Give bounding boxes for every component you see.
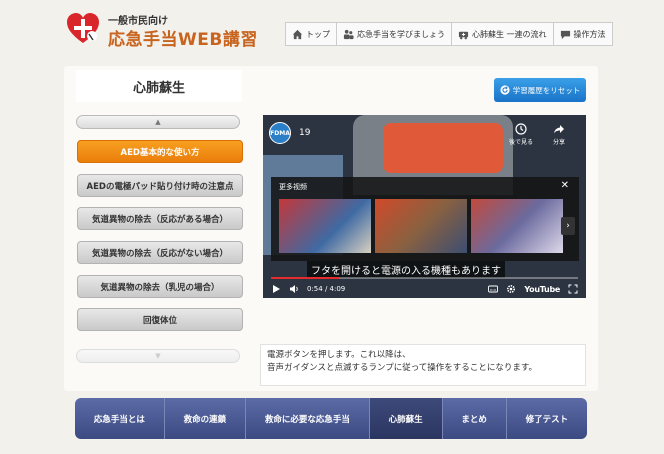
more-videos-title: 更多视频 (279, 183, 307, 191)
sidebar-item-aed-pad-notes[interactable]: AEDの電極パッド貼り付け時の注意点 (77, 174, 243, 197)
top-nav-learn[interactable]: 応急手当を学びましょう (337, 23, 452, 45)
top-nav-cpr-flow-label: 心肺蘇生 一連の流れ (472, 29, 547, 39)
people-icon (343, 29, 354, 39)
bottom-nav-cpr[interactable]: 心肺蘇生 (369, 398, 443, 439)
chevron-right-icon[interactable]: › (561, 217, 575, 235)
site-logo[interactable]: 一般市民向け 応急手当WEB講習 (66, 10, 266, 54)
bottom-nav-final-test[interactable]: 修了テスト (507, 398, 587, 439)
top-nav-cpr-flow[interactable]: 心肺蘇生 一連の流れ (452, 23, 554, 45)
watch-later-label: 後で見る (509, 139, 534, 146)
clock-icon (515, 123, 527, 135)
video-controls: 0:54 / 4:09 YouTube (263, 277, 586, 298)
top-nav-howto-label: 操作方法 (573, 29, 606, 39)
sidebar-scroll-up-button[interactable]: ▲ (76, 115, 240, 129)
video-progress-fill (271, 277, 339, 279)
volume-icon[interactable] (289, 284, 299, 294)
related-video-thumbnail[interactable] (471, 199, 563, 253)
top-nav-home[interactable]: トップ (286, 23, 337, 45)
bottom-nav-required-first-aid[interactable]: 救命に必要な応急手当 (246, 398, 370, 439)
chevron-down-icon: ▼ (155, 352, 161, 360)
watch-later-button[interactable]: 後で見る (509, 123, 533, 146)
top-nav-home-label: トップ (306, 29, 330, 39)
sidebar-title: 心肺蘇生 (76, 70, 242, 102)
close-icon[interactable]: ✕ (561, 180, 569, 191)
video-player[interactable]: FDMA 19 後で見る 分享 更多视频 ✕ › フタを開けると電源の入る機種も… (263, 115, 586, 298)
site-title: 応急手当WEB講習 (108, 30, 258, 50)
header: 一般市民向け 応急手当WEB講習 トップ 応急手当を学びましょう 心肺蘇生 一連… (0, 0, 664, 62)
share-icon (554, 125, 564, 134)
heart-logo-icon (67, 13, 99, 43)
top-nav: トップ 応急手当を学びましょう 心肺蘇生 一連の流れ 操作方法 (285, 22, 613, 46)
bottom-nav-summary[interactable]: まとめ (443, 398, 507, 439)
top-nav-learn-label: 応急手当を学びましょう (357, 29, 445, 39)
home-icon (292, 29, 303, 39)
sidebar-item-airway-unresponsive[interactable]: 気道異物の除去（反応がない場合） (77, 241, 243, 264)
bottom-nav: 応急手当とは 救命の連鎖 救命に必要な応急手当 心肺蘇生 まとめ 修了テスト (75, 398, 587, 439)
bottom-nav-chain-of-survival[interactable]: 救命の連鎖 (165, 398, 246, 439)
sidebar-item-airway-infant[interactable]: 気道異物の除去（乳児の場合） (77, 275, 243, 298)
sidebar-item-aed-basics[interactable]: AED基本的な使い方 (77, 140, 243, 163)
reset-history-button[interactable]: 学習履歴をリセット (494, 78, 586, 102)
video-time: 0:54 / 4:09 (307, 285, 346, 293)
gear-icon[interactable] (506, 284, 516, 294)
top-nav-howto[interactable]: 操作方法 (554, 23, 612, 45)
play-icon[interactable] (271, 284, 281, 294)
caption-line-1: 電源ボタンを押します。これ以降は、 (267, 350, 411, 360)
video-title[interactable]: 19 (299, 128, 310, 138)
channel-avatar[interactable]: FDMA (269, 122, 291, 144)
share-button[interactable]: 分享 (553, 123, 565, 146)
chat-icon (560, 30, 570, 39)
reset-history-label: 学習履歴をリセット (512, 85, 581, 95)
sidebar-item-recovery-position[interactable]: 回復体位 (77, 308, 243, 331)
caption-line-2: 音声ガイダンスと点滅するランプに従って操作をすることになります。 (267, 363, 537, 373)
video-progress-bar[interactable] (271, 277, 578, 279)
video-caption-text: 電源ボタンを押します。これ以降は、 音声ガイダンスと点滅するランプに従って操作を… (260, 344, 586, 386)
related-video-thumbnail[interactable] (279, 199, 371, 253)
video-subtitle: フタを開けると電源の入る機種もあります (307, 261, 505, 278)
captions-icon[interactable] (488, 284, 499, 294)
sidebar-item-airway-responsive[interactable]: 気道異物の除去（反応がある場合） (77, 207, 243, 230)
bottom-nav-first-aid[interactable]: 応急手当とは (75, 398, 165, 439)
fullscreen-icon[interactable] (568, 284, 578, 294)
share-label: 分享 (553, 139, 566, 146)
ambulance-icon (458, 31, 469, 39)
youtube-logo[interactable]: YouTube (524, 285, 560, 294)
chevron-up-icon: ▲ (155, 118, 161, 126)
video-frame-aed-case (383, 123, 503, 173)
more-videos-overlay: 更多视频 ✕ › (271, 177, 579, 261)
refresh-icon (500, 85, 510, 95)
related-video-thumbnail[interactable] (375, 199, 467, 253)
sidebar-scroll-down-button[interactable]: ▼ (76, 349, 240, 363)
